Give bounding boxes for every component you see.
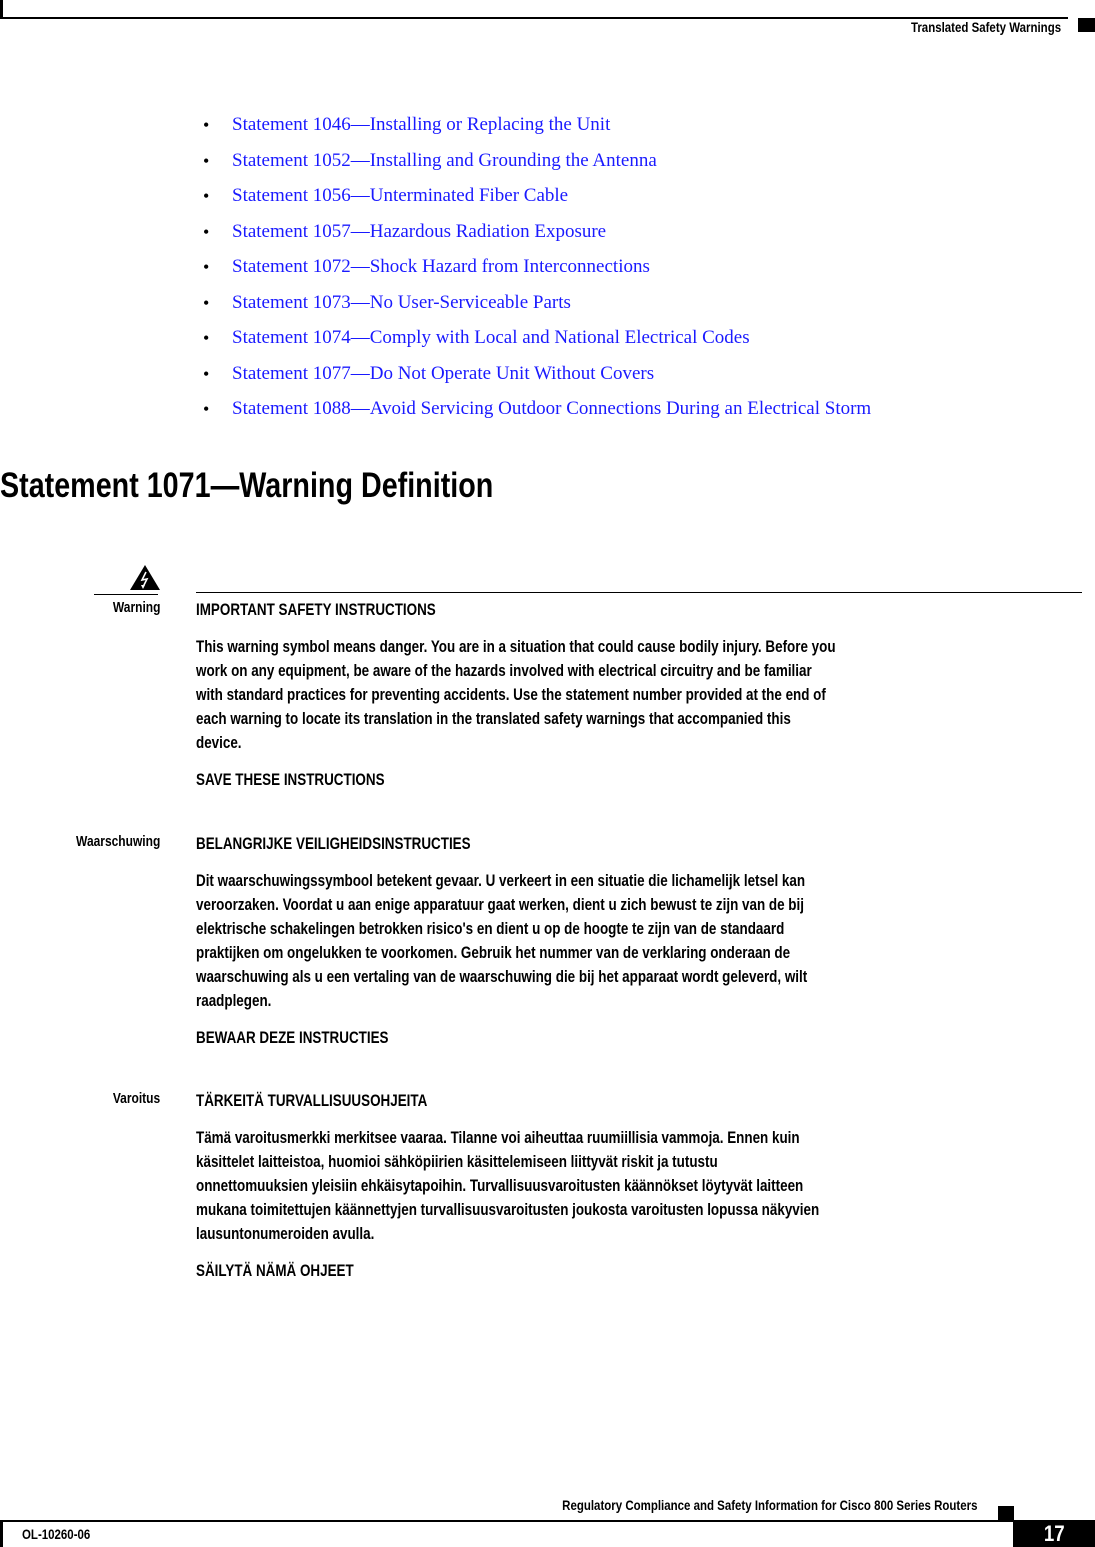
list-item: • Statement 1072—Shock Hazard from Interc…: [203, 256, 871, 292]
paragraph-line: Tämä varoitusmerkki merkitsee vaaraa. Ti…: [196, 1128, 800, 1147]
paragraph-line: each warning to locate its translation i…: [196, 709, 791, 728]
warning-heading: TÄRKEITÄ TURVALLISUUSOHJEITA: [196, 1091, 428, 1110]
list-item: • Statement 1074—Comply with Local and Na…: [203, 327, 871, 363]
warning-paragraph: Tämä varoitusmerkki merkitsee vaaraa. Ti…: [196, 1126, 1073, 1246]
footer-left-bar: [0, 1520, 3, 1547]
statement-link[interactable]: Statement 1074—Comply with Local and Nat…: [232, 327, 750, 349]
bullet-icon: •: [203, 328, 210, 348]
page-number: 17: [1043, 1520, 1065, 1546]
footer-block: [998, 1506, 1014, 1521]
list-item: • Statement 1073—No User-Serviceable Part…: [203, 292, 871, 328]
statement-link[interactable]: Statement 1073—No User-Serviceable Parts: [232, 292, 571, 314]
warning-paragraph: This warning symbol means danger. You ar…: [196, 635, 1073, 755]
list-item: • Statement 1056—Unterminated Fiber Cable: [203, 185, 871, 221]
paragraph-line: veroorzaken. Voordat u aan enige apparat…: [196, 895, 804, 914]
page-number-box: 17: [1013, 1520, 1095, 1547]
bullet-icon: •: [203, 257, 210, 277]
statement-link-list: • Statement 1046—Installing or Replacing …: [203, 114, 871, 434]
paragraph-line: elektrische schakelingen betrokken risic…: [196, 919, 785, 938]
save-instructions: BEWAAR DEZE INSTRUCTIES: [196, 1028, 389, 1047]
warning-label-dutch: Waarschuwing: [75, 833, 160, 850]
bullet-icon: •: [203, 150, 210, 171]
statement-link[interactable]: Statement 1046—Installing or Replacing t…: [232, 114, 610, 136]
paragraph-line: waarschuwing als u een vertaling van de …: [196, 967, 808, 986]
warning-block-finnish: TÄRKEITÄ TURVALLISUUSOHJEITA Tämä varoit…: [196, 1090, 1073, 1282]
list-item: • Statement 1077—Do Not Operate Unit With…: [203, 363, 871, 399]
bullet-icon: •: [203, 186, 210, 206]
statement-link[interactable]: Statement 1056—Unterminated Fiber Cable: [232, 185, 568, 207]
statement-link[interactable]: Statement 1057—Hazardous Radiation Expos…: [232, 221, 606, 243]
warning-label-rule: [94, 594, 158, 595]
bullet-icon: •: [203, 363, 210, 384]
warning-label-english: Warning: [112, 599, 160, 616]
header-left-bar: [0, 0, 3, 18]
header-rule: [0, 17, 1068, 19]
warning-paragraph: Dit waarschuwingssymbool betekent gevaar…: [196, 869, 1073, 1013]
header-block: [1078, 18, 1095, 32]
bullet-icon: •: [203, 399, 210, 419]
save-instructions: SÄILYTÄ NÄMÄ OHJEET: [196, 1261, 354, 1280]
bullet-icon: •: [203, 115, 210, 135]
statement-link[interactable]: Statement 1072—Shock Hazard from Interco…: [232, 256, 650, 278]
paragraph-line: lausuntonumeroiden avulla.: [196, 1224, 375, 1243]
paragraph-line: mukana toimitettujen käännettyjen turval…: [196, 1200, 820, 1219]
warning-label-finnish: Varoitus: [112, 1090, 160, 1107]
list-item: • Statement 1088—Avoid Servicing Outdoor …: [203, 398, 871, 434]
warning-block-dutch: BELANGRIJKE VEILIGHEIDSINSTRUCTIES Dit w…: [196, 833, 1073, 1049]
save-instructions: SAVE THESE INSTRUCTIONS: [196, 770, 385, 789]
statement-link[interactable]: Statement 1077—Do Not Operate Unit Witho…: [232, 363, 654, 385]
paragraph-line: device.: [196, 733, 242, 752]
footer-doc-title: Regulatory Compliance and Safety Informa…: [561, 1497, 977, 1513]
paragraph-line: This warning symbol means danger. You ar…: [196, 637, 836, 656]
list-item: • Statement 1046—Installing or Replacing …: [203, 114, 871, 150]
paragraph-line: praktijken om ongelukken te voorkomen. G…: [196, 943, 791, 962]
paragraph-line: Dit waarschuwingssymbool betekent gevaar…: [196, 871, 806, 890]
warning-triangle-lightning-icon: [130, 565, 160, 590]
warning-heading: BELANGRIJKE VEILIGHEIDSINSTRUCTIES: [196, 834, 471, 853]
footer-rule: [0, 1520, 1014, 1522]
statement-link[interactable]: Statement 1052—Installing and Grounding …: [232, 150, 657, 172]
list-item: • Statement 1052—Installing and Grounding…: [203, 150, 871, 186]
bullet-icon: •: [203, 292, 210, 313]
footer-doc-number: OL-10260-06: [22, 1526, 91, 1542]
section-title: Statement 1071—Warning Definition: [0, 466, 494, 505]
warning-body-rule: [196, 592, 1082, 593]
bullet-icon: •: [203, 221, 210, 242]
paragraph-line: käsittelet laitteistoa, huomioi sähköpii…: [196, 1152, 718, 1171]
paragraph-line: with standard practices for preventing a…: [196, 685, 826, 704]
statement-link[interactable]: Statement 1088—Avoid Servicing Outdoor C…: [232, 398, 871, 420]
list-item: • Statement 1057—Hazardous Radiation Expo…: [203, 221, 871, 257]
paragraph-line: work on any equipment, be aware of the h…: [196, 661, 812, 680]
paragraph-line: onnettomuuksien yleisiin ehkäisytapoihin…: [196, 1176, 804, 1195]
warning-heading: IMPORTANT SAFETY INSTRUCTIONS: [196, 600, 436, 619]
header-section-title: Translated Safety Warnings: [910, 19, 1061, 35]
warning-block-english: IMPORTANT SAFETY INSTRUCTIONS This warni…: [196, 599, 1073, 791]
paragraph-line: raadplegen.: [196, 991, 272, 1010]
